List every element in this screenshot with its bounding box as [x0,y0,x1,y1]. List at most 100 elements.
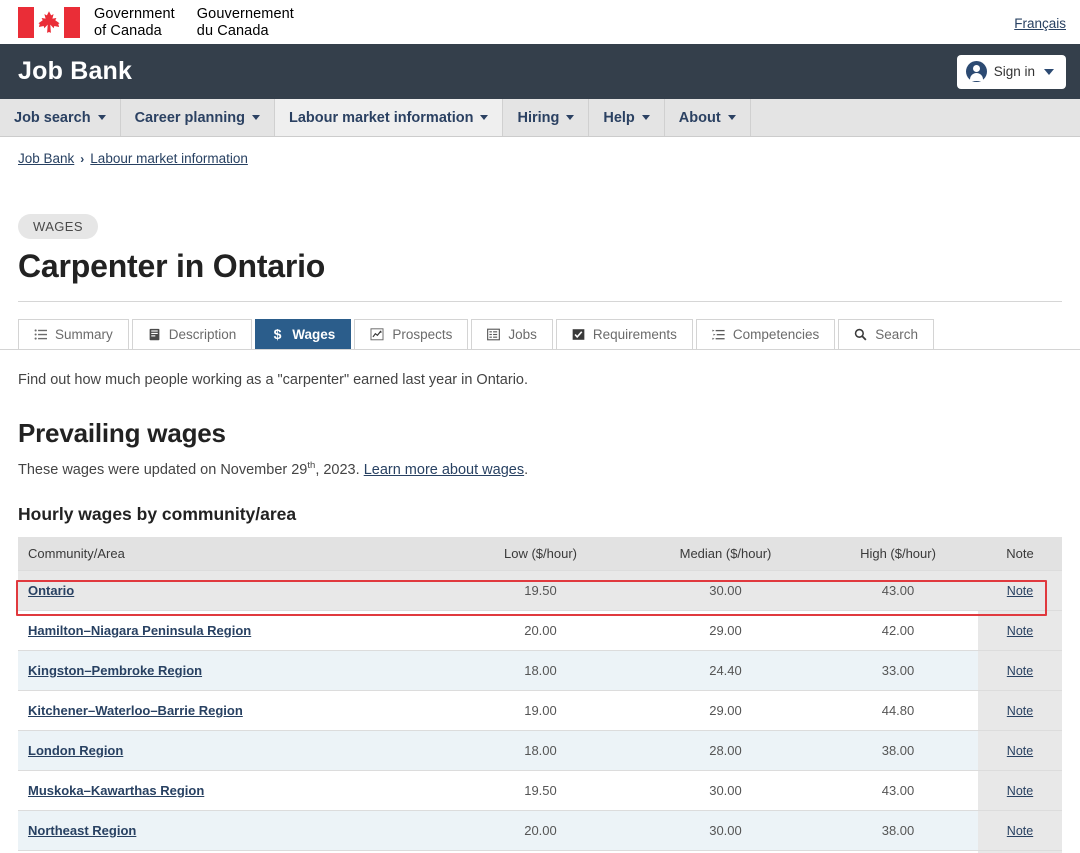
wordmark-english: Government of Canada [94,5,175,39]
table-row[interactable]: London Region 18.00 28.00 38.00 Note [18,729,1062,771]
occupation-tabs: Summary Description $ Wages Prospects Jo… [0,316,1080,350]
cell-low: 18.00 [448,729,633,771]
table-row[interactable]: Kitchener–Waterloo–Barrie Region 19.00 2… [18,689,1062,731]
page-title: Carpenter in Ontario [18,248,326,284]
note-link[interactable]: Note [1007,624,1033,638]
tab-jobs[interactable]: Jobs [471,319,553,349]
search-icon [854,328,867,341]
tab-label: Description [168,327,237,342]
cell-community-area: Kitchener–Waterloo–Barrie Region [18,689,448,731]
table-row[interactable]: Hamilton–Niagara Peninsula Region 20.00 … [18,609,1062,651]
sign-in-label: Sign in [993,64,1035,79]
breadcrumb-item-job-bank[interactable]: Job Bank [18,151,74,166]
nav-item-job-search[interactable]: Job search [0,99,121,136]
note-link[interactable]: Note [1007,704,1033,718]
cell-note: Note [978,649,1062,691]
cell-community-area: London Region [18,729,448,771]
note-link[interactable]: Note [1007,824,1033,838]
svg-text:$: $ [274,327,282,342]
cell-note: Note [978,609,1062,651]
cell-low: 19.00 [448,689,633,731]
breadcrumb-separator-icon: › [80,151,85,166]
cell-low: 20.00 [448,809,633,851]
chart-line-icon [370,328,384,341]
language-toggle-link[interactable]: Français [1014,14,1066,31]
nav-item-about[interactable]: About [665,99,751,136]
cell-community-area: Hamilton–Niagara Peninsula Region [18,609,448,651]
nav-item-labour-market-information[interactable]: Labour market information [274,99,504,136]
tab-requirements[interactable]: Requirements [555,319,693,349]
table-row[interactable]: Ontario 19.50 30.00 43.00 Note [18,569,1062,611]
tab-label: Competencies [732,327,820,342]
cell-community-area: Muskoka–Kawarthas Region [18,769,448,811]
cell-low: 19.50 [448,769,633,811]
status-badge: WAGES [18,214,98,239]
nav-item-help[interactable]: Help [589,99,665,136]
community-area-link[interactable]: Muskoka–Kawarthas Region [28,783,204,798]
tab-summary[interactable]: Summary [18,319,129,349]
hourly-wages-table: Community/Area Low ($/hour) Median ($/ho… [18,536,1062,853]
government-of-canada-bar: Government of Canada Gouvernement du Can… [0,0,1080,44]
chevron-down-icon [480,115,489,120]
tab-search[interactable]: Search [838,319,934,349]
sign-in-button[interactable]: Sign in [956,54,1066,89]
learn-more-about-wages-link[interactable]: Learn more about wages [364,462,524,478]
cell-note: Note [978,729,1062,771]
tab-label: Summary [55,327,113,342]
cell-note: Note [978,809,1062,851]
chevron-down-icon [566,115,575,120]
list-icon [34,328,47,341]
cell-high: 43.00 [818,769,978,811]
site-title: Job Bank [18,57,133,85]
cell-community-area: Ontario [18,569,448,611]
table-row[interactable]: Kingston–Pembroke Region 18.00 24.40 33.… [18,649,1062,691]
note-link[interactable]: Note [1007,664,1033,678]
table-row[interactable]: Muskoka–Kawarthas Region 19.50 30.00 43.… [18,769,1062,811]
cell-median: 28.00 [633,729,818,771]
nav-item-hiring[interactable]: Hiring [503,99,590,136]
title-divider [18,301,1062,302]
note-link[interactable]: Note [1007,744,1033,758]
note-link[interactable]: Note [1007,584,1033,598]
table-header: Community/Area Low ($/hour) Median ($/ho… [18,536,1062,571]
subsection-heading-hourly-wages: Hourly wages by community/area [18,503,297,524]
nav-label: Labour market information [288,109,474,126]
chevron-down-icon [251,115,260,120]
breadcrumb: Job Bank › Labour market information [0,137,1080,166]
ordered-list-icon [712,328,725,341]
column-header-note: Note [978,536,1062,571]
cell-low: 18.00 [448,649,633,691]
community-area-link[interactable]: London Region [28,743,123,758]
community-area-link[interactable]: Northeast Region [28,823,136,838]
goc-signature: Government of Canada Gouvernement du Can… [18,5,294,39]
breadcrumb-item-labour-market-information[interactable]: Labour market information [90,151,248,166]
community-area-link[interactable]: Ontario [28,583,74,598]
cell-high: 42.00 [818,609,978,651]
nav-label: About [678,109,721,126]
nav-item-career-planning[interactable]: Career planning [121,99,275,136]
cell-note: Note [978,569,1062,611]
job-bank-banner: Job Bank Sign in [0,44,1080,99]
community-area-link[interactable]: Kitchener–Waterloo–Barrie Region [28,703,243,718]
cell-median: 24.40 [633,649,818,691]
chevron-down-icon [1044,68,1054,75]
updated-text: These wages were updated on November 29t… [18,460,1062,478]
tab-competencies[interactable]: Competencies [695,319,836,349]
book-icon [148,328,161,341]
canada-flag-icon [18,6,80,38]
note-link[interactable]: Note [1007,784,1033,798]
community-area-link[interactable]: Kingston–Pembroke Region [28,663,202,678]
tab-prospects[interactable]: Prospects [354,319,469,349]
column-header-community-area: Community/Area [18,536,448,571]
community-area-link[interactable]: Hamilton–Niagara Peninsula Region [28,623,251,638]
tab-wages[interactable]: $ Wages [255,319,352,349]
column-header-high: High ($/hour) [818,536,978,571]
cell-community-area: Kingston–Pembroke Region [18,649,448,691]
main-navigation: Job search Career planning Labour market… [0,99,1080,137]
table-row[interactable]: Northeast Region 20.00 30.00 38.00 Note [18,809,1062,851]
tab-description[interactable]: Description [131,319,253,349]
dollar-icon: $ [271,327,284,342]
table-body: Ontario 19.50 30.00 43.00 Note Hamilton–… [18,569,1062,853]
table-icon [487,328,501,341]
tab-label: Wages [292,327,336,342]
